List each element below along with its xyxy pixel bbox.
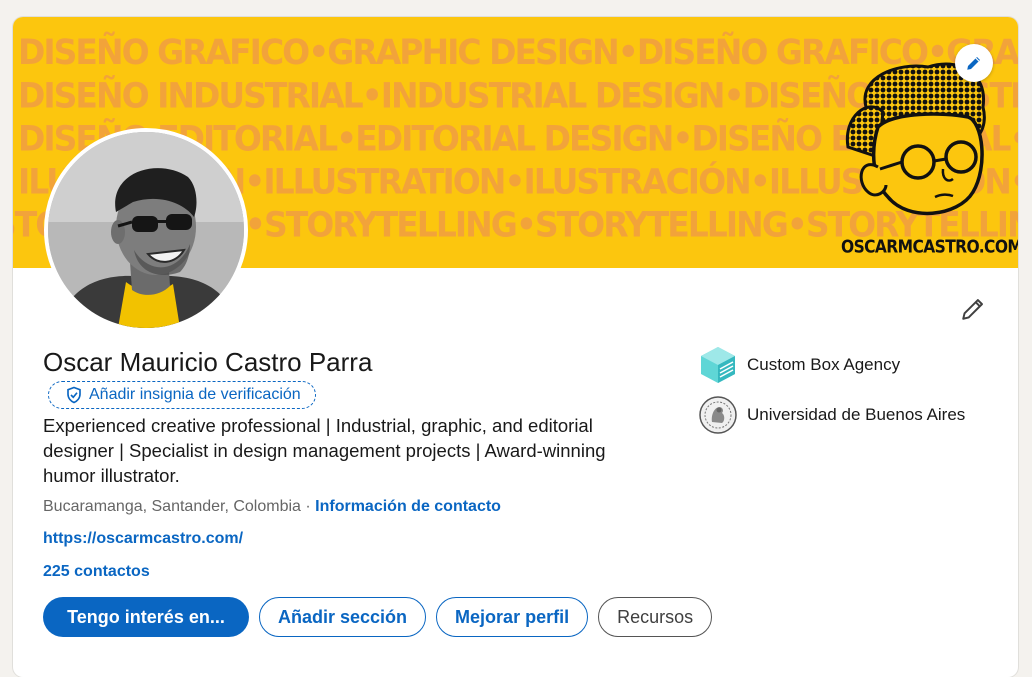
mascot-logo [845,62,986,216]
uba-seal-logo-icon [698,395,738,435]
verify-badge-label: Añadir insignia de verificación [89,386,301,403]
pencil-icon [967,57,980,70]
profile-location-row: Bucaramanga, Santander, Colombia · Infor… [43,498,501,516]
org-item-uba[interactable]: Universidad de Buenos Aires [698,395,965,435]
profile-actions: Tengo interés en... Añadir sección Mejor… [43,597,713,637]
resources-button[interactable]: Recursos [598,597,713,637]
edit-intro-button[interactable] [954,290,992,328]
location-text: Bucaramanga, Santander, Colombia [43,498,301,515]
edit-banner-button[interactable] [955,44,993,82]
connections-link[interactable]: 225 contactos [43,563,150,581]
brand-url-logo-text: OSCARMCASTRO.COM [841,236,1018,258]
add-verification-badge-button[interactable]: Añadir insignia de verificación [48,381,316,409]
open-to-button[interactable]: Tengo interés en... [43,597,249,637]
profile-card: DISEÑO GRAFICO•GRAPHIC DESIGN•DISEÑO GRA… [13,17,1018,677]
org-name: Universidad de Buenos Aires [747,405,966,424]
shield-check-icon [65,386,83,404]
org-item-custom-box[interactable]: Custom Box Agency [698,345,965,385]
profile-name: Oscar Mauricio Castro Parra [43,347,373,377]
enhance-profile-button[interactable]: Mejorar perfil [436,597,589,637]
contact-info-link[interactable]: Información de contacto [315,498,501,515]
profile-photo[interactable] [44,128,248,332]
separator: · [300,498,316,515]
profile-headline: Experienced creative professional | Indu… [43,415,606,486]
profile-organizations: Custom Box Agency Universidad de Buenos … [698,345,965,445]
custom-box-logo-icon [698,345,738,385]
org-name: Custom Box Agency [747,355,901,374]
add-section-button[interactable]: Añadir sección [259,597,427,637]
website-link[interactable]: https://oscarmcastro.com/ [43,530,243,548]
avatar [48,132,244,328]
pencil-icon [962,299,983,320]
